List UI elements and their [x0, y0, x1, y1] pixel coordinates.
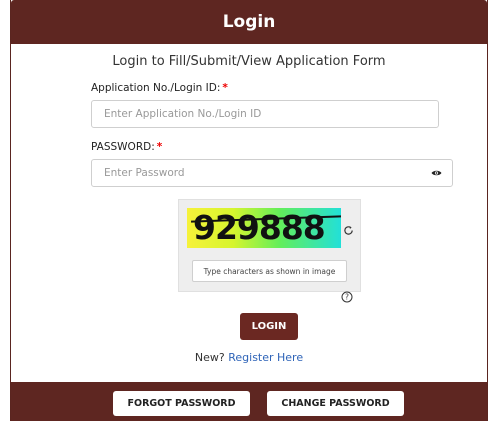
- captcha-box: 929888 Type characters as shown in image: [178, 199, 361, 292]
- page-title: Login: [222, 12, 276, 32]
- password-label-text: PASSWORD:: [91, 141, 155, 153]
- password-input[interactable]: Enter Password: [91, 159, 453, 187]
- login-header: Login: [11, 0, 487, 44]
- captcha-input[interactable]: Type characters as shown in image: [192, 260, 347, 282]
- form-subtitle: Login to Fill/Submit/View Application Fo…: [112, 54, 386, 69]
- change-password-button[interactable]: CHANGE PASSWORD: [267, 391, 404, 416]
- password-placeholder: Enter Password: [104, 167, 185, 179]
- svg-text:?: ?: [345, 293, 349, 302]
- register-prefix: New?: [194, 351, 225, 364]
- application-label-text: Application No./Login ID:: [91, 82, 221, 94]
- application-id-placeholder: Enter Application No./Login ID: [104, 108, 262, 120]
- captcha-code: 929888: [193, 208, 326, 247]
- refresh-icon[interactable]: [343, 225, 354, 236]
- forgot-password-button[interactable]: FORGOT PASSWORD: [113, 391, 250, 416]
- eye-icon[interactable]: [431, 170, 442, 177]
- required-mark: *: [156, 141, 163, 153]
- captcha-input-placeholder: Type characters as shown in image: [203, 266, 336, 276]
- application-id-input[interactable]: Enter Application No./Login ID: [91, 100, 439, 128]
- footer-bar: FORGOT PASSWORD CHANGE PASSWORD: [11, 382, 487, 421]
- application-label: Application No./Login ID: *: [91, 82, 228, 94]
- required-mark: *: [222, 82, 228, 94]
- register-link[interactable]: Register Here: [228, 351, 303, 364]
- register-line: New? Register Here: [11, 351, 487, 364]
- help-icon[interactable]: ?: [341, 291, 353, 303]
- login-button[interactable]: LOGIN: [240, 313, 298, 340]
- login-panel: Login Login to Fill/Submit/View Applicat…: [10, 0, 488, 421]
- password-label: PASSWORD: *: [91, 141, 162, 153]
- captcha-image: 929888: [187, 208, 341, 248]
